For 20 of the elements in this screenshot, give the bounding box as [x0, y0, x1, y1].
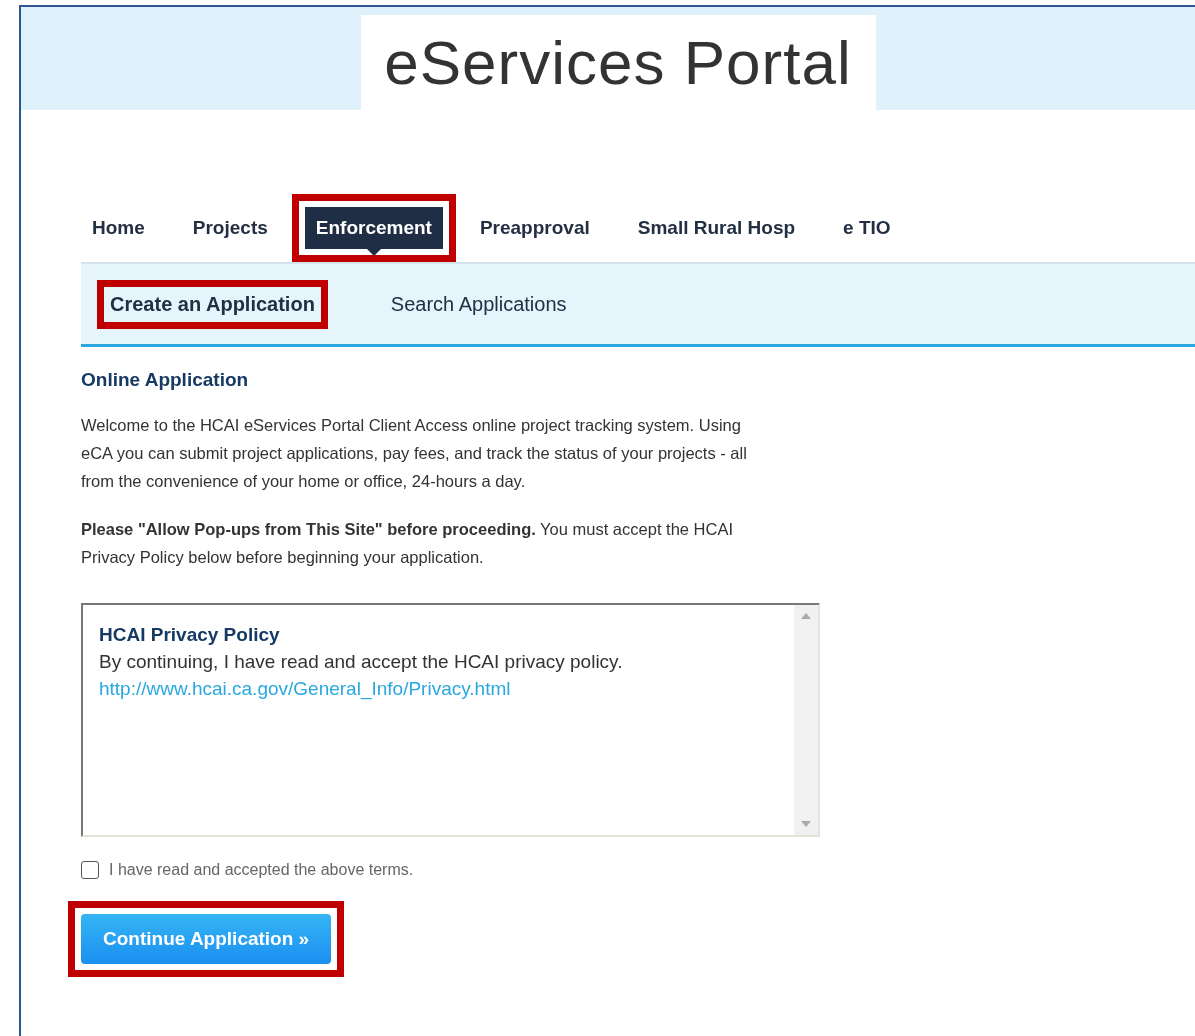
subnav-tab[interactable]: Search Applications: [390, 292, 567, 316]
intro-paragraph: Please "Allow Pop-ups from This Site" before proceeding. You must accept the HCAI Privacy Policy below before beginning your application.: [81, 519, 734, 568]
portal-title: eServices Portal: [384, 27, 852, 98]
scroll-up-icon[interactable]: [801, 613, 811, 619]
intro-paragraph: Welcome to the HCAI eServices Portal Client Access online project tracking system. Using eCA you can submit project applications, pay fees, and track the status of your projects - all from the convenience of your home or office, 24-hours a day.: [81, 415, 748, 492]
nav-tab[interactable]: Projects: [181, 207, 279, 249]
policy-title: HCAI Privacy Policy: [99, 623, 281, 647]
subnav-tab[interactable]: Create an Application: [110, 292, 315, 316]
nav-tab[interactable]: Small Rural Hosp: [626, 207, 807, 249]
scroll-down-icon[interactable]: [801, 821, 811, 827]
terms-checkbox[interactable]: [81, 861, 99, 879]
nav-tab[interactable]: Preapproval: [468, 207, 601, 249]
policy-text-area[interactable]: HCAI Privacy Policy By continuing, I have read and accept the HCAI privacy policy. http://www.hcai.ca.gov/General_Info/Privacy.html: [81, 603, 820, 837]
nav-tab[interactable]: Enforcement: [304, 207, 443, 249]
nav-tab[interactable]: e TIO: [832, 207, 902, 249]
scrollbar[interactable]: [794, 605, 818, 835]
terms-label: I have read and accepted the above terms.: [109, 861, 414, 879]
section-title: Online Application: [81, 369, 250, 391]
policy-text: By continuing, I have read and accept the HCAI privacy policy.: [99, 650, 624, 674]
nav-tab[interactable]: Home: [81, 207, 156, 249]
